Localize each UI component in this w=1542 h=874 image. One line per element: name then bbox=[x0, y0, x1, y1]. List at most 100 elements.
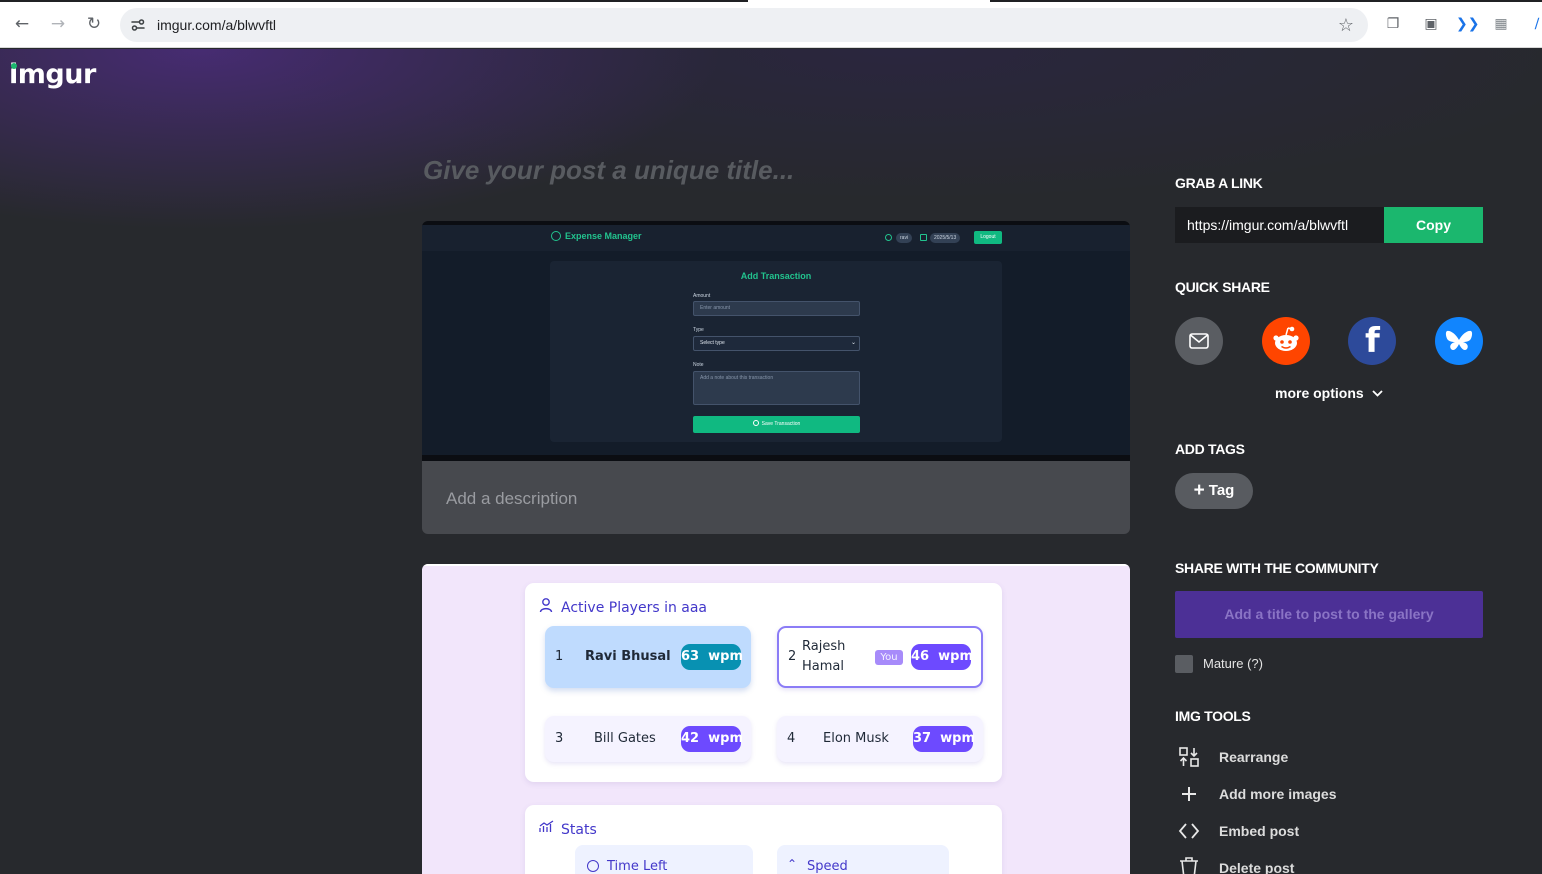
player-name: Bill Gates bbox=[594, 731, 656, 746]
chevron-down-icon bbox=[1372, 390, 1383, 397]
wpm-badge: 37 wpm bbox=[913, 726, 976, 752]
player-row-3: 3 Bill Gates 42 wpm bbox=[545, 716, 751, 762]
ss-logout-button: Logout bbox=[974, 231, 1002, 244]
logo-dot bbox=[11, 63, 17, 69]
post-image-2[interactable]: Active Players in aaa 1 Ravi Bhusal 63 w… bbox=[422, 564, 1130, 874]
stats-title: Stats bbox=[561, 822, 597, 838]
chart-icon bbox=[539, 820, 554, 832]
ss-save-button: Save Transaction bbox=[693, 416, 860, 433]
quick-share-heading: QUICK SHARE bbox=[1175, 279, 1270, 295]
wpm-unit: wpm bbox=[940, 731, 976, 746]
post-to-gallery-button[interactable]: Add a title to post to the gallery bbox=[1175, 591, 1483, 638]
description-placeholder: Add a description bbox=[446, 489, 578, 508]
wpm-value: 37 bbox=[913, 731, 932, 746]
wpm-value: 42 bbox=[681, 731, 700, 746]
plus-icon: + bbox=[1193, 480, 1205, 501]
player-name-line1: Rajesh bbox=[802, 639, 846, 654]
extension-icon[interactable]: ❐ bbox=[1384, 15, 1402, 33]
cast-icon[interactable]: ▣ bbox=[1422, 15, 1440, 33]
ss-save-text: Save Transaction bbox=[761, 421, 801, 427]
ss-date: 2025/5/13 bbox=[930, 233, 961, 243]
imgur-logo[interactable]: imgur bbox=[9, 59, 96, 90]
tag-label: Tag bbox=[1208, 482, 1235, 499]
tab-strip bbox=[0, 0, 1542, 2]
player-rank: 1 bbox=[555, 649, 564, 664]
add-tags-heading: ADD TAGS bbox=[1175, 441, 1245, 457]
reading-mode-icon[interactable]: ▦ bbox=[1492, 15, 1510, 33]
dollar-icon bbox=[551, 231, 561, 241]
image-top-border bbox=[422, 564, 1130, 566]
bluesky-icon bbox=[1445, 330, 1473, 351]
speed-tile: ⌃ Speed bbox=[777, 845, 949, 874]
rearrange-tool[interactable]: Rearrange bbox=[1175, 745, 1435, 769]
mature-label[interactable]: Mature (?) bbox=[1203, 656, 1263, 671]
reddit-share-button[interactable] bbox=[1262, 317, 1310, 365]
time-left-tile: Time Left bbox=[575, 845, 753, 874]
user-icon bbox=[885, 234, 892, 241]
add-images-label: Add more images bbox=[1219, 786, 1337, 802]
ss-brand: Expense Manager bbox=[551, 231, 642, 241]
wpm-unit: wpm bbox=[708, 649, 744, 664]
delete-post-label: Delete post bbox=[1219, 860, 1295, 874]
wpm-unit: wpm bbox=[708, 731, 744, 746]
address-bar[interactable]: imgur.com/a/blwvftl ☆ bbox=[120, 8, 1368, 42]
active-tab[interactable] bbox=[748, 0, 990, 2]
link-field[interactable]: https://imgur.com/a/blwvftl bbox=[1175, 207, 1384, 243]
back-icon[interactable]: ← bbox=[12, 14, 32, 34]
reload-icon[interactable]: ↻ bbox=[84, 14, 104, 34]
profile-icon[interactable]: ∕ bbox=[1528, 15, 1542, 33]
post-title-input[interactable]: Give your post a unique title... bbox=[423, 155, 794, 186]
wpm-badge: 42 wpm bbox=[681, 726, 744, 752]
ss-brand-text: Expense Manager bbox=[565, 231, 642, 241]
grab-link-heading: GRAB A LINK bbox=[1175, 175, 1263, 191]
embed-post-tool[interactable]: Embed post bbox=[1175, 819, 1435, 843]
email-share-button[interactable] bbox=[1175, 317, 1223, 365]
player-name-line2: Hamal bbox=[802, 659, 844, 674]
url-text[interactable]: imgur.com/a/blwvftl bbox=[157, 17, 276, 33]
wpm-badge: 63 wpm bbox=[681, 644, 744, 670]
description-input[interactable]: Add a description bbox=[422, 461, 1130, 534]
share-sidebar: GRAB A LINK https://imgur.com/a/blwvftl … bbox=[1175, 49, 1495, 874]
browser-toolbar: ← → ↻ imgur.com/a/blwvftl ☆ ❐ ▣ ❯❯ ▦ ∕ bbox=[0, 0, 1542, 48]
embed-post-label: Embed post bbox=[1219, 823, 1300, 839]
player-rank: 4 bbox=[787, 731, 796, 746]
more-options-button[interactable]: more options bbox=[1275, 385, 1383, 401]
forward-icon[interactable]: → bbox=[48, 14, 68, 34]
more-options-label: more options bbox=[1275, 385, 1364, 401]
bluesky-share-button[interactable] bbox=[1435, 317, 1483, 365]
you-badge: You bbox=[875, 650, 903, 665]
img-tools-heading: IMG TOOLS bbox=[1175, 708, 1251, 724]
ss-user: ravi bbox=[896, 233, 913, 243]
wpm-value: 46 bbox=[911, 649, 930, 664]
add-tag-button[interactable]: + Tag bbox=[1175, 473, 1253, 509]
ss-chevron-icon: ⌄ bbox=[850, 340, 856, 346]
ss-note-label: Note bbox=[693, 362, 704, 368]
players-card: Active Players in aaa 1 Ravi Bhusal 63 w… bbox=[525, 583, 1002, 782]
mature-checkbox[interactable] bbox=[1175, 655, 1193, 673]
trash-icon bbox=[1180, 857, 1198, 874]
facebook-share-button[interactable]: f bbox=[1348, 317, 1396, 365]
player-row-1: 1 Ravi Bhusal 63 wpm bbox=[545, 626, 751, 688]
star-icon[interactable]: ☆ bbox=[1338, 15, 1354, 36]
player-rank: 2 bbox=[788, 649, 797, 664]
player-row-2: 2 Rajesh Hamal You 46 wpm bbox=[777, 626, 983, 688]
copy-button[interactable]: Copy bbox=[1384, 207, 1483, 243]
post-image-1[interactable]: Expense Manager ravi 2025/5/13 Logout Ad… bbox=[422, 221, 1130, 461]
ss-type-label: Type bbox=[693, 327, 704, 333]
code-icon bbox=[1178, 823, 1200, 839]
delete-post-tool[interactable]: Delete post bbox=[1175, 856, 1435, 874]
speed-label: Speed bbox=[807, 859, 848, 874]
ss-amount-input: Enter amount bbox=[693, 301, 860, 316]
ss-type-select: Select type ⌄ bbox=[693, 336, 860, 351]
ss-type-text: Select type bbox=[700, 340, 725, 346]
add-images-tool[interactable]: Add more images bbox=[1175, 782, 1435, 806]
players-title: Active Players in aaa bbox=[561, 600, 708, 616]
read-aloud-icon[interactable]: ❯❯ bbox=[1456, 15, 1479, 33]
site-settings-icon[interactable] bbox=[130, 17, 146, 33]
player-name: Ravi Bhusal bbox=[585, 649, 671, 664]
email-icon bbox=[1189, 333, 1209, 349]
wpm-unit: wpm bbox=[938, 649, 974, 664]
imgur-page: imgur Give your post a unique title... E… bbox=[0, 49, 1542, 874]
player-name: Elon Musk bbox=[823, 731, 889, 746]
ss-form-title: Add Transaction bbox=[740, 271, 812, 281]
